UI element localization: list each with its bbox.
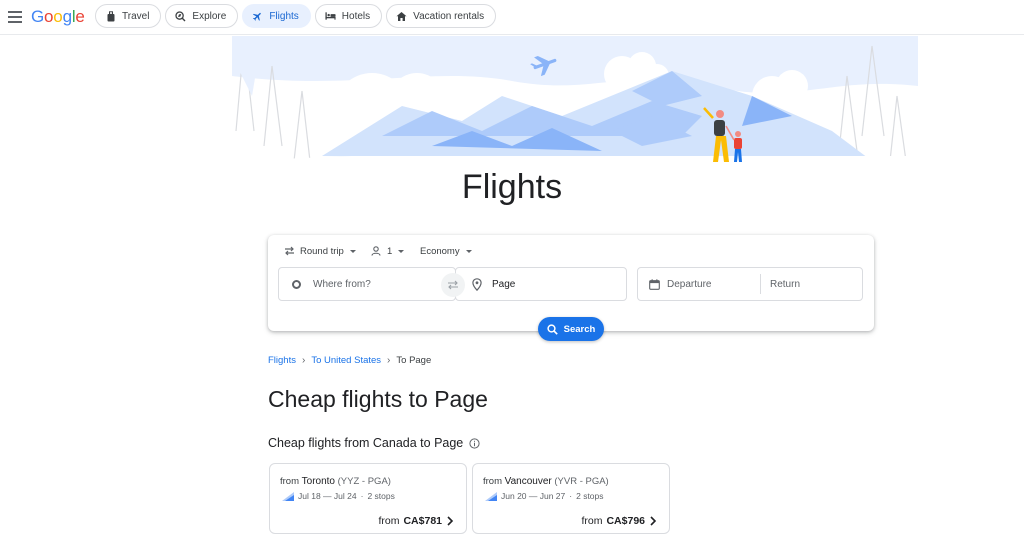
flight-deal-card[interactable]: from Toronto (YYZ - PGA) Jul 18 — Jul 24… [269,463,467,534]
section-heading: Cheap flights to Page [268,386,488,412]
separator-dot: · [569,491,573,501]
return-placeholder: Return [770,278,801,290]
airplane-icon [252,11,263,22]
chevron-right-icon [650,516,657,526]
airline-logo-icon [282,491,294,501]
tab-flights-label: Flights [269,10,299,22]
departure-placeholder: Departure [667,278,712,290]
destination-value: Page [492,278,516,290]
chevron-right-icon: › [301,355,306,366]
person-icon [371,246,381,256]
card-stops: 2 stops [367,491,395,501]
origin-circle-icon [292,279,301,289]
card-from-label: from [280,476,299,487]
card-price-prefix: from [581,515,603,527]
swap-arrows-icon [285,246,294,256]
card-dates: Jul 18 — Jul 24 [298,491,357,501]
hero-illustration [232,36,918,176]
trip-type-value: Round trip [300,245,344,257]
tab-explore[interactable]: Explore [165,4,239,28]
separator-dot: · [360,491,364,501]
info-icon[interactable] [469,437,480,449]
trip-type-select[interactable]: Round trip [284,244,356,258]
card-price-amount: CA$781 [403,515,442,527]
card-airport-codes: (YVR - PGA) [554,476,609,487]
passengers-select[interactable]: 1 [371,244,405,258]
card-from-label: from [483,476,502,487]
chevron-down-icon [398,249,405,253]
swap-arrows-icon [448,280,458,290]
page-title: Flights [461,168,563,206]
card-details: Jul 18 — Jul 24 · 2 stops [282,491,395,501]
breadcrumb-current: To Page [396,355,432,366]
cabin-class-select[interactable]: Economy [420,244,472,258]
swap-airports-button[interactable] [441,273,465,297]
departure-field[interactable]: Departure [638,274,761,294]
flight-deal-card[interactable]: from Vancouver (YVR - PGA) Jun 20 — Jun … [472,463,670,534]
menu-icon[interactable] [8,9,22,23]
suitcase-icon [105,10,116,22]
house-icon [396,11,407,22]
card-city: Vancouver [504,476,552,487]
tab-vacation-rentals[interactable]: Vacation rentals [386,4,497,28]
card-route: from Vancouver (YVR - PGA) [483,476,609,487]
card-city: Toronto [301,476,335,487]
flight-search-form: Round trip 1 Economy Where from? Page De… [268,235,874,341]
tab-explore-label: Explore [192,10,227,22]
destination-input[interactable]: Page [455,267,627,301]
chevron-right-icon [447,516,454,526]
card-route: from Toronto (YYZ - PGA) [280,476,391,487]
origin-input[interactable]: Where from? [278,267,456,301]
chevron-right-icon: › [387,355,391,366]
section-subheading: Cheap flights from Canada to Page [268,436,480,450]
passengers-value: 1 [387,245,393,257]
card-stops: 2 stops [576,491,604,501]
top-bar: Google Travel Explore Flights Hotels Vac… [0,0,1024,35]
tab-flights[interactable]: Flights [242,4,311,28]
explore-icon [175,10,186,22]
bed-icon [325,11,336,22]
cabin-class-value: Economy [420,245,460,257]
card-airport-codes: (YYZ - PGA) [337,476,391,487]
google-logo[interactable]: Google [31,7,85,27]
return-field[interactable]: Return [761,274,862,294]
breadcrumb-flights[interactable]: Flights [268,355,296,366]
tab-travel-label: Travel [122,10,150,22]
breadcrumb-united-states[interactable]: To United States [311,355,381,366]
chevron-down-icon [349,249,356,253]
tab-hotels-label: Hotels [341,10,371,22]
card-price: from CA$781 [378,515,454,527]
subheading-text: Cheap flights from Canada to Page [268,436,464,450]
origin-placeholder: Where from? [313,278,371,290]
airline-logo-icon [485,491,497,501]
card-details: Jun 20 — Jun 27 · 2 stops [485,491,604,501]
location-pin-icon [472,277,482,291]
nav-chips: Travel Explore Flights Hotels Vacation r… [95,4,497,28]
card-price-prefix: from [378,515,400,527]
search-button-label: Search [563,323,596,335]
date-range-input: Departure Return [637,267,863,301]
search-icon [547,323,558,335]
card-dates: Jun 20 — Jun 27 [501,491,566,501]
chevron-down-icon [465,249,472,253]
calendar-icon [649,278,660,290]
search-button[interactable]: Search [538,317,604,341]
card-price-amount: CA$796 [606,515,645,527]
card-price: from CA$796 [581,515,657,527]
tab-vacation-rentals-label: Vacation rentals [413,10,485,22]
breadcrumb: Flights › To United States › To Page [268,355,431,366]
tab-hotels[interactable]: Hotels [314,4,383,28]
tab-travel[interactable]: Travel [95,4,162,28]
